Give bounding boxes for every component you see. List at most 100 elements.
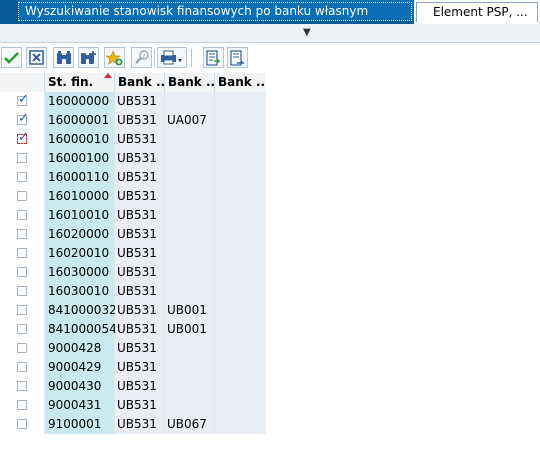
row-checkbox[interactable] [17,286,27,296]
cell-bank-2[interactable] [165,206,215,225]
row-selector[interactable] [0,168,45,187]
cell-bank-2[interactable] [165,263,215,282]
table-row[interactable]: 9000431 UB531 [0,396,266,415]
cell-fin-position[interactable]: 9000428 [45,339,115,358]
cell-fin-position[interactable]: 16010010 [45,206,115,225]
row-selector[interactable] [0,282,45,301]
table-row[interactable]: 16010000 UB531 [0,187,266,206]
row-selector[interactable] [0,377,45,396]
cell-bank-3[interactable] [215,111,266,130]
cell-bank-1[interactable]: UB531 [115,377,165,396]
export-button-2[interactable] [227,47,248,68]
table-row[interactable]: 16020000 UB531 [0,225,266,244]
cell-bank-3[interactable] [215,282,266,301]
cell-fin-position[interactable]: 16000100 [45,149,115,168]
row-selector[interactable] [0,358,45,377]
cell-fin-position[interactable]: 16000000 [45,92,115,111]
cell-bank-2[interactable] [165,358,215,377]
cell-bank-2[interactable]: UB067 [165,415,215,434]
row-checkbox[interactable] [17,343,27,353]
row-selector[interactable]: ✓ [0,130,45,149]
find-button[interactable] [53,47,74,68]
cell-fin-position[interactable]: 16020010 [45,244,115,263]
row-selector[interactable] [0,396,45,415]
table-row[interactable]: 841000032 UB531 UB001 [0,301,266,320]
row-selector[interactable] [0,415,45,434]
cell-fin-position[interactable]: 16030000 [45,263,115,282]
table-row[interactable]: 16000110 UB531 [0,168,266,187]
cell-bank-2[interactable] [165,149,215,168]
table-row[interactable]: ✓ 16000010 UB531 [0,130,266,149]
cell-fin-position[interactable]: 16000110 [45,168,115,187]
cell-bank-3[interactable] [215,301,266,320]
cell-bank-2[interactable] [165,92,215,111]
column-header-bank-1[interactable]: Bank ... [115,73,165,92]
cell-bank-1[interactable]: UB531 [115,415,165,434]
select-all-header[interactable] [0,73,45,92]
row-checkbox[interactable] [17,381,27,391]
collapse-splitter[interactable]: ▼ [0,24,540,43]
cell-bank-3[interactable] [215,206,266,225]
cell-fin-position[interactable]: 16000001 [45,111,115,130]
cell-bank-1[interactable]: UB531 [115,263,165,282]
cell-bank-1[interactable]: UB531 [115,282,165,301]
cell-bank-3[interactable] [215,377,266,396]
table-row[interactable]: ✓ 16000001 UB531 UA007 [0,111,266,130]
row-checkbox[interactable]: ✓ [17,112,29,125]
cell-bank-3[interactable] [215,396,266,415]
row-checkbox[interactable]: ✓ [17,93,29,106]
cell-bank-3[interactable] [215,149,266,168]
cell-bank-3[interactable] [215,92,266,111]
cell-bank-3[interactable] [215,320,266,339]
cell-bank-1[interactable]: UB531 [115,244,165,263]
cell-bank-2[interactable] [165,282,215,301]
cell-bank-2[interactable]: UA007 [165,111,215,130]
table-row[interactable]: 16000100 UB531 [0,149,266,168]
table-row[interactable]: 841000054 UB531 UB001 [0,320,266,339]
cell-fin-position[interactable]: 841000032 [45,301,117,320]
cell-bank-3[interactable] [215,339,266,358]
row-checkbox[interactable] [17,229,27,239]
table-row[interactable]: 16020010 UB531 [0,244,266,263]
cell-bank-1[interactable]: UB531 [115,130,165,149]
cell-fin-position[interactable]: 841000054 [45,320,117,339]
row-checkbox[interactable] [17,172,27,182]
row-checkbox[interactable] [17,248,27,258]
cell-fin-position[interactable]: 9100001 [45,415,115,434]
cell-bank-1[interactable]: UB531 [115,111,165,130]
cell-bank-2[interactable] [165,377,215,396]
cell-bank-2[interactable] [165,168,215,187]
cell-bank-1[interactable]: UB531 [115,187,165,206]
help-button[interactable]: ? [131,47,152,68]
row-checkbox[interactable]: ✓ [17,131,29,144]
cell-fin-position[interactable]: 16000010 [45,130,115,149]
row-selector[interactable]: ✓ [0,92,45,111]
cell-fin-position[interactable]: 9000431 [45,396,115,415]
cell-bank-1[interactable]: UB531 [115,225,165,244]
row-checkbox[interactable] [17,210,27,220]
cancel-button[interactable] [26,47,47,68]
add-favorite-button[interactable] [104,47,125,68]
row-checkbox[interactable] [17,153,27,163]
table-row[interactable]: 9000428 UB531 [0,339,266,358]
cell-fin-position[interactable]: 16010000 [45,187,115,206]
row-selector[interactable] [0,339,45,358]
find-next-button[interactable] [78,47,99,68]
cell-fin-position[interactable]: 16020000 [45,225,115,244]
tab-wbs-element[interactable]: Element PSP, ... [416,2,538,22]
row-checkbox[interactable] [17,400,27,410]
table-row[interactable]: 16010010 UB531 [0,206,266,225]
row-checkbox[interactable] [17,362,27,372]
cell-bank-1[interactable]: UB531 [115,206,165,225]
row-selector[interactable] [0,206,45,225]
cell-bank-1[interactable]: UB531 [115,92,165,111]
row-selector[interactable] [0,225,45,244]
row-checkbox[interactable] [17,191,27,201]
row-checkbox[interactable] [17,324,27,334]
cell-bank-1[interactable]: UB531 [115,168,165,187]
column-header-bank-2[interactable]: Bank ... [165,73,215,92]
cell-bank-3[interactable] [215,358,266,377]
cell-bank-3[interactable] [215,187,266,206]
cell-bank-3[interactable] [215,415,266,434]
cell-fin-position[interactable]: 16030010 [45,282,115,301]
